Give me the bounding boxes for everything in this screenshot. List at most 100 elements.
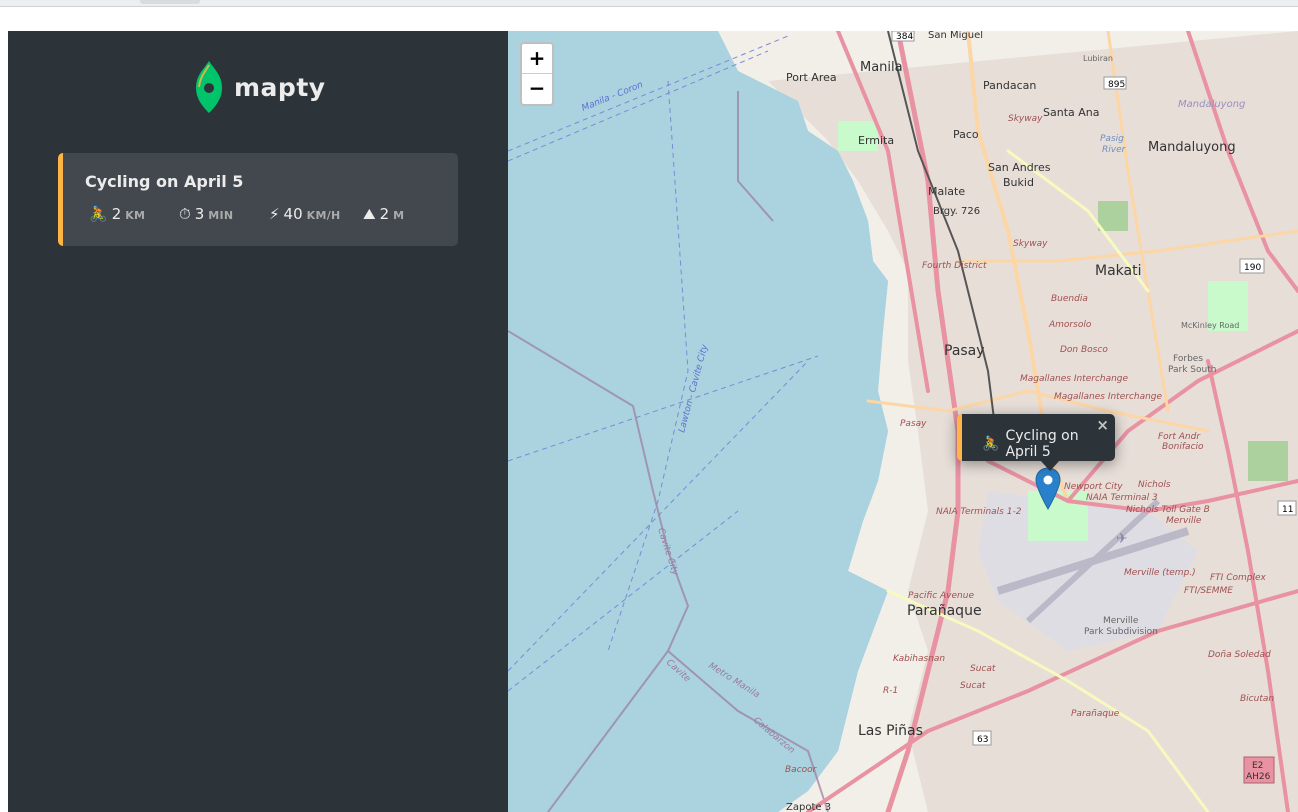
- map-pin-logo-icon: [196, 61, 222, 113]
- map-label-pacific-ave: Pacific Avenue: [908, 591, 974, 601]
- map-label-fti-complex: FTI Complex: [1210, 573, 1266, 583]
- bicycle-icon: 🚴: [982, 436, 1000, 452]
- mountain-icon: ⛰: [363, 205, 376, 223]
- map-label-don-bosco: Don Bosco: [1060, 345, 1108, 355]
- road-shield-label: E2: [1252, 761, 1263, 771]
- map-label-skyway: Skyway: [1013, 239, 1048, 249]
- stopwatch-icon: ⏱: [179, 205, 191, 223]
- map-label-magallanes: Magallanes Interchange: [1054, 392, 1163, 402]
- map-tiles[interactable]: Manila Port Area Pandacan Santa Ana Mand…: [508, 31, 1298, 812]
- map-label-park-south: Park South: [1168, 365, 1216, 375]
- workout-popup[interactable]: 🚴 Cycling on April 5 ×: [957, 414, 1115, 461]
- map-label-naia3: NAIA Terminal 3: [1086, 493, 1158, 503]
- map-label-mckinley: McKinley Road: [1181, 321, 1239, 330]
- map-label-nichols-toll: Nichols Toll Gate B: [1126, 505, 1210, 515]
- bicycle-icon: 🚴: [89, 205, 108, 223]
- map-label-fourth-district: Fourth District: [922, 261, 987, 271]
- map-label-santa-ana: Santa Ana: [1043, 106, 1099, 119]
- map-label-dona-soledad: Doña Soledad: [1208, 650, 1271, 660]
- zoom-control: + −: [520, 42, 554, 106]
- map-label-paranaque: Parañaque: [907, 603, 982, 619]
- map-label-manila: Manila: [860, 60, 903, 75]
- map-label-buendia: Buendia: [1051, 294, 1088, 304]
- bay-water: [508, 31, 888, 812]
- map-label-san-miguel: San Miguel: [928, 31, 983, 41]
- logo: mapty: [194, 61, 326, 113]
- browser-tab-edge: [140, 0, 200, 4]
- map-label-merville: Merville: [1166, 516, 1202, 526]
- map-label-river: River: [1102, 145, 1127, 155]
- map-label-sucat: Sucat: [970, 664, 996, 674]
- map-label-las-pinas: Las Piñas: [858, 723, 923, 739]
- map[interactable]: Manila Port Area Pandacan Santa Ana Mand…: [508, 31, 1298, 812]
- map-label-mandaluyong-small: Mandaluyong: [1178, 99, 1245, 110]
- map-label-fti-semme: FTI/SEMME: [1184, 586, 1233, 596]
- speed-value: 40: [283, 205, 303, 223]
- map-label-pandacan: Pandacan: [983, 79, 1036, 92]
- map-label-mandaluyong: Mandaluyong: [1148, 140, 1236, 155]
- map-label-port-area: Port Area: [786, 71, 837, 84]
- map-label-bicutan: Bicutan: [1240, 694, 1274, 704]
- map-label-makati: Makati: [1095, 263, 1141, 279]
- map-label-pasay: Pasay: [944, 343, 985, 359]
- map-label-skyway: Skyway: [1008, 114, 1043, 124]
- lightning-icon: ⚡: [269, 205, 280, 223]
- duration-unit: min: [208, 209, 234, 222]
- map-label-kabihasnan: Kabihasnan: [893, 654, 945, 664]
- map-label-park-subdivision: Park Subdivision: [1084, 627, 1158, 637]
- zoom-in-button[interactable]: +: [522, 44, 552, 74]
- map-label-brgy726: Brgy. 726: [933, 206, 980, 217]
- road-shield-label: 895: [1108, 80, 1125, 90]
- workout-detail-distance: 🚴 2 km: [89, 205, 145, 223]
- map-label-naia12: NAIA Terminals 1-2: [936, 507, 1022, 517]
- zoom-out-button[interactable]: −: [522, 74, 552, 104]
- map-label-malate: Malate: [928, 185, 965, 198]
- close-icon[interactable]: ×: [1096, 416, 1109, 434]
- road-shield-label: 63: [977, 735, 988, 745]
- park-area: [1248, 441, 1288, 481]
- distance-unit: km: [125, 209, 146, 222]
- workout-detail-speed: ⚡ 40 km/h: [269, 205, 341, 223]
- map-label-paco: Paco: [953, 128, 979, 141]
- airport-icon: ✈: [1116, 531, 1128, 547]
- map-label-pasay-small: Pasay: [900, 419, 927, 429]
- map-label-bonifacio: Bonifacio: [1162, 442, 1204, 452]
- park-area: [1028, 491, 1088, 541]
- map-label-bacoor: Bacoor: [785, 765, 818, 775]
- workout-detail-elevation: ⛰ 2 m: [363, 205, 404, 223]
- workout-detail-duration: ⏱ 3 min: [179, 205, 233, 223]
- road-shield-label: 190: [1244, 263, 1261, 273]
- map-label-nichols: Nichols: [1138, 480, 1171, 490]
- map-label-pasig-river: Pasig: [1100, 134, 1124, 144]
- map-label-fort: Fort Andr: [1158, 432, 1201, 442]
- workout-card[interactable]: Cycling on April 5 🚴 2 km ⏱ 3 min ⚡ 40 k…: [58, 153, 458, 246]
- map-label-forbes: Forbes: [1173, 354, 1203, 364]
- road-shield-label: 384: [896, 32, 913, 42]
- popup-content: 🚴 Cycling on April 5: [982, 428, 1115, 460]
- distance-value: 2: [111, 205, 122, 223]
- map-label-zapote: Zapote 3: [786, 802, 831, 812]
- map-label-ermita: Ermita: [858, 134, 894, 147]
- sidebar: mapty Cycling on April 5 🚴 2 km ⏱ 3 min …: [8, 31, 508, 812]
- map-label-newport: Newport City: [1064, 482, 1123, 492]
- browser-top-strip: [0, 0, 1298, 7]
- road-shield-label: AH26: [1246, 772, 1271, 782]
- speed-unit: km/h: [306, 209, 341, 222]
- duration-value: 3: [194, 205, 205, 223]
- map-label-paranaque-small: Parañaque: [1071, 709, 1120, 719]
- map-label-sucat: Sucat: [960, 681, 986, 691]
- map-label-r1: R-1: [883, 686, 898, 696]
- elevation-value: 2: [379, 205, 390, 223]
- popup-tip: [1040, 460, 1060, 471]
- elevation-unit: m: [393, 209, 405, 222]
- map-label-san-andres: San Andres: [988, 161, 1051, 174]
- map-label-merville-temp: Merville (temp.): [1124, 568, 1196, 578]
- workout-title: Cycling on April 5: [85, 172, 244, 191]
- map-label-merville-park: Merville: [1103, 616, 1139, 626]
- map-label-bukid: Bukid: [1003, 176, 1034, 189]
- map-label-magallanes: Magallanes Interchange: [1020, 374, 1129, 384]
- app-name: mapty: [234, 72, 326, 102]
- road-shield-label: 11: [1282, 505, 1293, 515]
- park-area: [1098, 201, 1128, 231]
- map-label-lubiran: Lubiran: [1083, 54, 1113, 63]
